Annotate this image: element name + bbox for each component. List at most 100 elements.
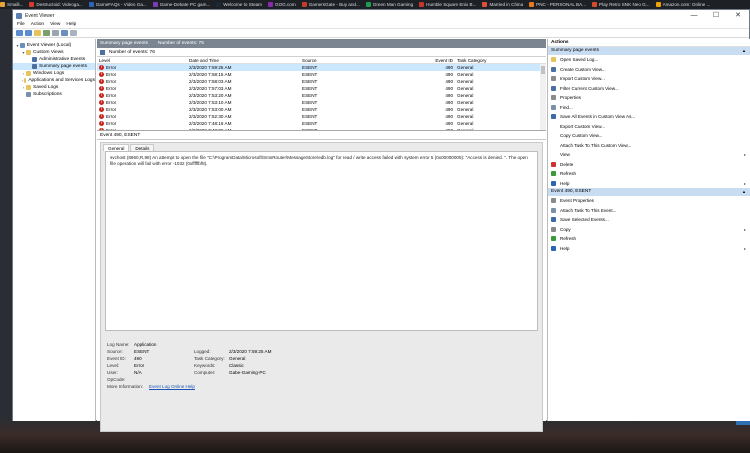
bookmark-item[interactable]: PNC - PERSONAL BA... [529, 2, 586, 7]
tree-node[interactable]: › Applications and Services Logs [13, 77, 95, 84]
bookmark-item[interactable]: Smalli... [0, 2, 23, 7]
tree-node[interactable]: Subscriptions [13, 91, 95, 98]
bookmark-item[interactable]: GOG.com [268, 2, 296, 7]
action-item[interactable]: Event Properties [548, 196, 750, 206]
menu-action[interactable]: Action [31, 22, 44, 27]
action-item[interactable]: Refresh [548, 234, 750, 244]
cell-level: ! Error [97, 106, 189, 113]
cell-date-time: 2/3/2020 7:52:30 AM [189, 114, 232, 119]
action-item[interactable]: View ▸ [548, 150, 750, 160]
bookmark-item[interactable]: Game-Debate PC gam... [152, 2, 210, 7]
bookmark-item[interactable]: Destructoid: Videoga... [29, 2, 83, 7]
help-icon[interactable] [61, 30, 68, 36]
action-item[interactable]: Attach Task To This Event... [548, 206, 750, 216]
collapse-icon[interactable]: ▲ [742, 188, 750, 196]
cell-level: ! Error [97, 71, 189, 78]
event-row[interactable]: ! Error 2/3/2020 7:48:16 AM ESENT 490 General [97, 120, 546, 127]
view-icon[interactable] [70, 30, 77, 36]
submenu-arrow-icon: ▸ [743, 152, 746, 158]
event-row[interactable]: ! Error 2/3/2020 7:53:00 AM ESENT 490 General [97, 106, 546, 113]
col-event-id[interactable]: Event ID [405, 57, 457, 63]
action-item[interactable]: Help ▸ [548, 179, 750, 189]
action-item[interactable]: Properties [548, 93, 750, 103]
forward-icon[interactable] [25, 30, 32, 36]
tree-node-label: Administrative Events [39, 57, 86, 62]
action-item[interactable]: Create Custom View... [548, 65, 750, 75]
bookmark-item[interactable]: Welcome to Steam [216, 2, 262, 7]
tree-node[interactable]: ▾ Event Viewer (Local) [13, 42, 95, 49]
properties-icon[interactable] [52, 30, 59, 36]
action-item[interactable]: Export Custom View... [548, 122, 750, 132]
tree-node[interactable]: › Windows Logs [13, 70, 95, 77]
action-label: Import Custom View... [560, 76, 605, 82]
event-row[interactable]: ! Error 2/3/2020 7:58:15 AM ESENT 490 General [97, 71, 546, 78]
bookmark-item[interactable]: Green Man Gaming [365, 2, 413, 7]
folder-icon[interactable] [34, 30, 41, 36]
action-item[interactable]: Import Custom View... [548, 74, 750, 84]
event-row[interactable]: ! Error 2/3/2020 7:59:25 AM ESENT 490 General [97, 64, 546, 71]
menu-view[interactable]: View [50, 22, 60, 27]
action-item[interactable]: Attach Task To This Custom View... [548, 141, 750, 151]
col-source[interactable]: Source [302, 57, 405, 63]
bookmark-item[interactable]: Amazon.com: Online ... [655, 2, 710, 7]
event-row[interactable]: ! Error 2/3/2020 7:52:30 AM ESENT 490 General [97, 113, 546, 120]
tab-general[interactable]: General [103, 144, 130, 151]
cell-date-time: 2/3/2020 7:48:06 AM [189, 128, 232, 131]
tree-node-icon [20, 43, 25, 48]
event-row[interactable]: ! Error 2/3/2020 7:53:20 AM ESENT 490 General [97, 92, 546, 99]
col-task-category[interactable]: Task Category [457, 57, 537, 63]
bookmark-item[interactable]: GamersGate - Buy and... [301, 2, 360, 7]
online-help-link[interactable]: Event Log Online Help [149, 383, 239, 390]
cell-date-time: 2/3/2020 7:48:16 AM [189, 121, 232, 126]
action-item[interactable]: Save Selected Events... [548, 215, 750, 225]
action-item[interactable]: Copy Custom View... [548, 131, 750, 141]
actions-section-event[interactable]: Event 490, ESENT ▲ [548, 188, 750, 196]
action-item[interactable]: Delete [548, 160, 750, 170]
title-bar: Event Viewer — ☐ ✕ [13, 10, 749, 21]
console-tree-icon[interactable] [43, 30, 50, 36]
action-item[interactable]: Save All Events in Custom View As... [548, 112, 750, 122]
action-item[interactable]: Copy ▸ [548, 225, 750, 235]
tab-details[interactable]: Details [130, 144, 155, 151]
action-label: Create Custom View... [560, 66, 606, 72]
tree-node[interactable]: Summary page events [13, 63, 95, 70]
tree-node[interactable]: › Saved Logs [13, 84, 95, 91]
menu-help[interactable]: Help [66, 22, 76, 27]
menu-file[interactable]: File [17, 22, 25, 27]
detail-header: Event 490, ESENT [97, 131, 546, 140]
actions-section-custom-view[interactable]: Summary page events ▲ [548, 47, 750, 55]
col-date-time[interactable]: Date and Time [189, 57, 302, 63]
action-item[interactable]: Filter Current Custom View... [548, 84, 750, 94]
event-row[interactable]: ! Error 2/3/2020 7:48:06 AM ESENT 490 General [97, 127, 546, 131]
prop-keywords: Classic [229, 363, 244, 368]
col-level[interactable]: Level [97, 57, 189, 63]
bookmark-item[interactable]: Married in China [482, 2, 523, 7]
action-item[interactable]: Refresh [548, 169, 750, 179]
bookmark-item[interactable]: Humble Square Enix B... [419, 2, 476, 7]
close-button[interactable]: ✕ [727, 10, 749, 21]
cell-source: ESENT [302, 121, 318, 126]
grid-scrollbar[interactable] [540, 64, 546, 130]
minimize-button[interactable]: — [683, 10, 705, 21]
console-tree: ▾ Event Viewer (Local) ▾ Custom Views Admini… [13, 39, 96, 421]
action-label: Refresh [560, 236, 577, 242]
event-row[interactable]: ! Error 2/3/2020 7:53:10 AM ESENT 490 General [97, 99, 546, 106]
action-label: Open Saved Log... [560, 57, 599, 63]
action-item[interactable]: Open Saved Log... [548, 55, 750, 65]
tree-node[interactable]: Administrative Events [13, 56, 95, 63]
event-row[interactable]: ! Error 2/3/2020 7:58:03 AM ESENT 490 General [97, 78, 546, 85]
action-label: Help [560, 245, 570, 251]
collapse-icon[interactable]: ▲ [742, 47, 750, 55]
bookmark-item[interactable]: GameFAQs - Video Ga... [88, 2, 147, 7]
center-header: Summary page events Number of events: 76 [97, 39, 546, 48]
action-item[interactable]: Help ▸ [548, 244, 750, 254]
tree-node[interactable]: ▾ Custom Views [13, 49, 95, 56]
action-label: Attach Task To This Event... [560, 207, 617, 213]
event-row[interactable]: ! Error 2/3/2020 7:57:03 AM ESENT 490 General [97, 85, 546, 92]
maximize-button[interactable]: ☐ [705, 10, 727, 21]
action-item[interactable]: Find... [548, 103, 750, 113]
bookmark-item[interactable]: Play Retro SNK Neo G... [592, 2, 650, 7]
cell-source: ESENT [302, 72, 318, 77]
back-icon[interactable] [16, 30, 23, 36]
bookmark-favicon-icon [88, 2, 94, 7]
